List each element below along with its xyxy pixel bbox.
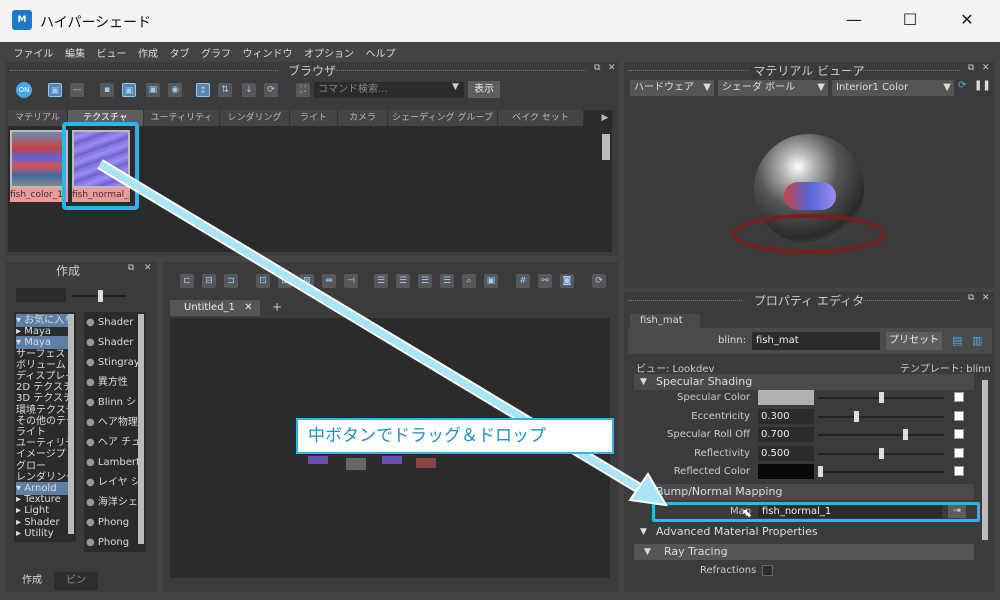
drag-arrow-overlay <box>62 122 668 507</box>
instruction-callout: 中ボタンでドラッグ＆ドロップ <box>296 418 614 454</box>
